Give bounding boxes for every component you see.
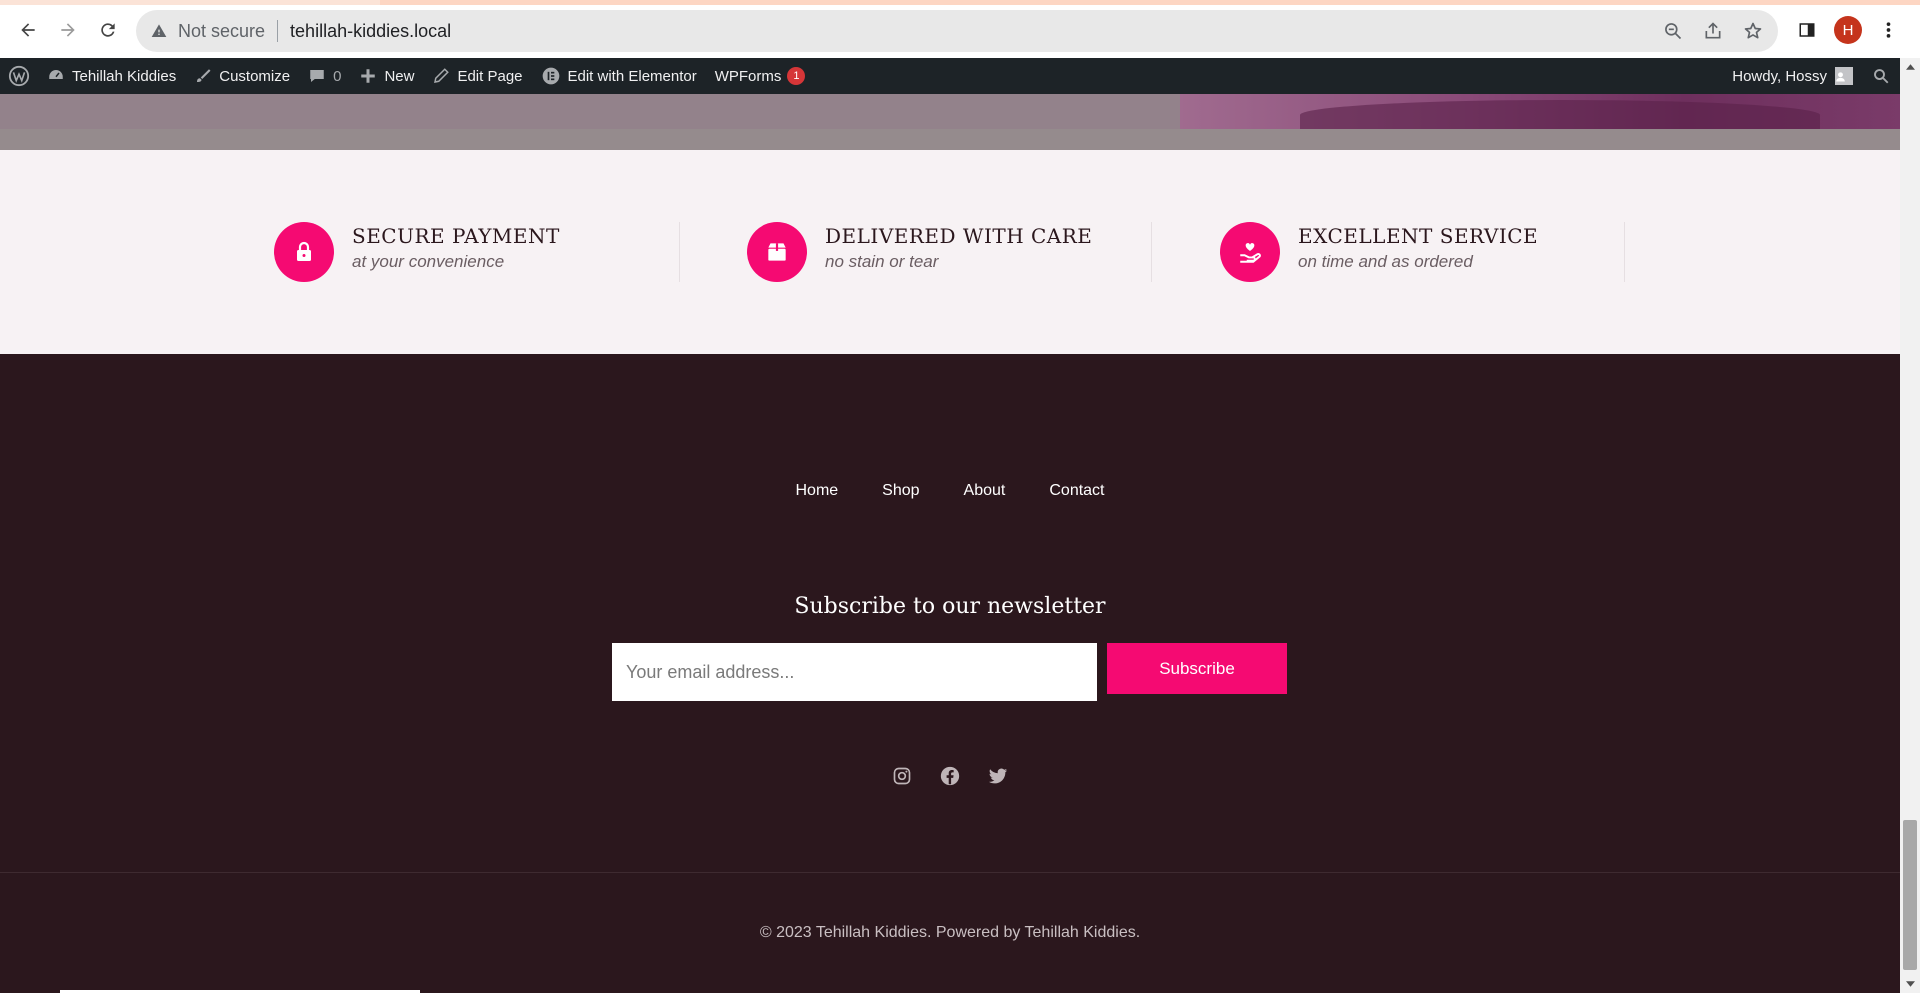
more-menu-icon[interactable] — [1878, 16, 1898, 44]
copyright-text: © 2023 Tehillah Kiddies. Powered by Tehi… — [759, 924, 1141, 941]
features-section: SECURE PAYMENT at your convenience DELIV… — [0, 150, 1900, 354]
comment-icon — [310, 70, 324, 82]
feature-subtitle: no stain or tear — [825, 252, 939, 271]
active-tab[interactable] — [380, 0, 1920, 5]
box-icon — [747, 222, 807, 282]
newsletter-email-input[interactable] — [612, 643, 1097, 701]
wp-admin-bar: Tehillah Kiddies Customize 0 New Edit Pa… — [0, 58, 1900, 94]
feature-text: SECURE PAYMENT at your convenience — [352, 224, 560, 272]
site-footer: Home Shop About Contact Subscribe to our… — [0, 354, 1900, 993]
user-avatar-icon — [1835, 67, 1853, 85]
side-panel-icon[interactable] — [1796, 19, 1818, 41]
feature-text: EXCELLENT SERVICE on time and as ordered — [1298, 224, 1538, 272]
newsletter-title: Subscribe to our newsletter — [794, 594, 1106, 619]
footer-link-contact[interactable]: Contact — [1049, 482, 1104, 500]
wordpress-icon — [8, 65, 30, 87]
feature-secure-payment: SECURE PAYMENT at your convenience — [274, 222, 560, 282]
hero-section — [0, 94, 1900, 130]
customize-label: Customize — [219, 67, 291, 85]
scroll-up-icon[interactable] — [1900, 58, 1920, 76]
omnibox-divider — [277, 20, 279, 42]
footer-link-shop[interactable]: Shop — [882, 482, 919, 500]
my-account-link[interactable]: Howdy, Hossy — [1723, 58, 1862, 94]
feature-text: DELIVERED WITH CARE no stain or tear — [825, 224, 1092, 272]
facebook-icon[interactable] — [938, 764, 962, 788]
feature-delivered-with-care: DELIVERED WITH CARE no stain or tear — [747, 222, 1092, 282]
brush-icon — [197, 69, 211, 82]
address-bar[interactable]: Not secure tehillah-kiddies.local — [136, 10, 1778, 52]
arrow-right-icon — [61, 23, 75, 37]
new-label: New — [384, 67, 415, 85]
customize-link[interactable]: Customize — [185, 58, 299, 94]
feature-title: DELIVERED WITH CARE — [825, 224, 1093, 248]
wpforms-link[interactable]: WPForms 1 — [706, 58, 815, 94]
howdy-label: Howdy, Hossy — [1732, 67, 1827, 85]
security-label[interactable]: Not secure — [178, 21, 265, 42]
edit-elementor-label: Edit with Elementor — [567, 67, 697, 85]
star-icon[interactable] — [1742, 20, 1764, 42]
new-content-link[interactable]: New — [350, 58, 423, 94]
social-links — [0, 764, 1900, 788]
hand-heart-icon — [1220, 222, 1280, 282]
edit-page-link[interactable]: Edit Page — [423, 58, 531, 94]
reload-icon — [101, 23, 115, 37]
profile-avatar[interactable]: H — [1834, 16, 1862, 44]
search-icon — [1874, 69, 1889, 84]
footer-nav: Home Shop About Contact — [0, 482, 1900, 500]
feature-subtitle: at your convenience — [352, 252, 505, 271]
scrollbar-thumb[interactable] — [1903, 820, 1917, 970]
plus-icon — [361, 69, 376, 83]
page-content: SECURE PAYMENT at your convenience DELIV… — [0, 94, 1900, 993]
tab-strip — [0, 0, 1920, 5]
feature-title: EXCELLENT SERVICE — [1298, 224, 1539, 248]
footer-divider — [0, 872, 1900, 873]
feature-divider — [679, 222, 680, 282]
hero-bottom-band — [0, 129, 1900, 150]
feature-subtitle: on time and as ordered — [1298, 252, 1473, 271]
warning-icon[interactable] — [150, 22, 168, 40]
wordpress-logo[interactable] — [0, 58, 38, 94]
edit-elementor-link[interactable]: Edit with Elementor — [532, 58, 706, 94]
page-scrollbar[interactable] — [1900, 58, 1920, 993]
omnibox-actions — [1662, 10, 1764, 52]
comments-count: 0 — [333, 67, 342, 85]
site-name-label: Tehillah Kiddies — [72, 67, 177, 85]
url-text[interactable]: tehillah-kiddies.local — [290, 21, 451, 42]
instagram-icon[interactable] — [890, 764, 914, 788]
wpforms-label: WPForms — [714, 67, 782, 85]
feature-excellent-service: EXCELLENT SERVICE on time and as ordered — [1220, 222, 1538, 282]
twitter-icon[interactable] — [986, 764, 1010, 788]
wpforms-badge: 1 — [787, 67, 806, 85]
lock-icon — [274, 222, 334, 282]
reload-button[interactable] — [92, 14, 124, 46]
adminbar-right: Howdy, Hossy — [1723, 58, 1900, 94]
feature-divider — [1151, 222, 1152, 282]
site-name-link[interactable]: Tehillah Kiddies — [38, 58, 185, 94]
forward-button[interactable] — [52, 14, 84, 46]
share-icon[interactable] — [1702, 20, 1724, 42]
browser-chrome: Not secure tehillah-kiddies.local H — [0, 0, 1920, 58]
scroll-down-icon[interactable] — [1900, 975, 1920, 993]
comments-link[interactable]: 0 — [299, 58, 350, 94]
zoom-icon[interactable] — [1662, 20, 1684, 42]
hero-image — [1180, 94, 1900, 130]
feature-divider — [1624, 222, 1625, 282]
arrow-left-icon — [21, 23, 35, 37]
feature-title: SECURE PAYMENT — [352, 224, 560, 248]
edit-page-label: Edit Page — [457, 67, 523, 85]
footer-link-home[interactable]: Home — [795, 482, 838, 500]
pencil-icon — [434, 68, 450, 83]
back-button[interactable] — [12, 14, 44, 46]
dashboard-icon — [49, 70, 63, 79]
elementor-icon — [542, 67, 559, 85]
footer-link-about[interactable]: About — [964, 482, 1006, 500]
adminbar-search[interactable] — [1862, 58, 1900, 94]
subscribe-button[interactable]: Subscribe — [1107, 643, 1287, 694]
browser-actions: H — [1796, 14, 1898, 46]
